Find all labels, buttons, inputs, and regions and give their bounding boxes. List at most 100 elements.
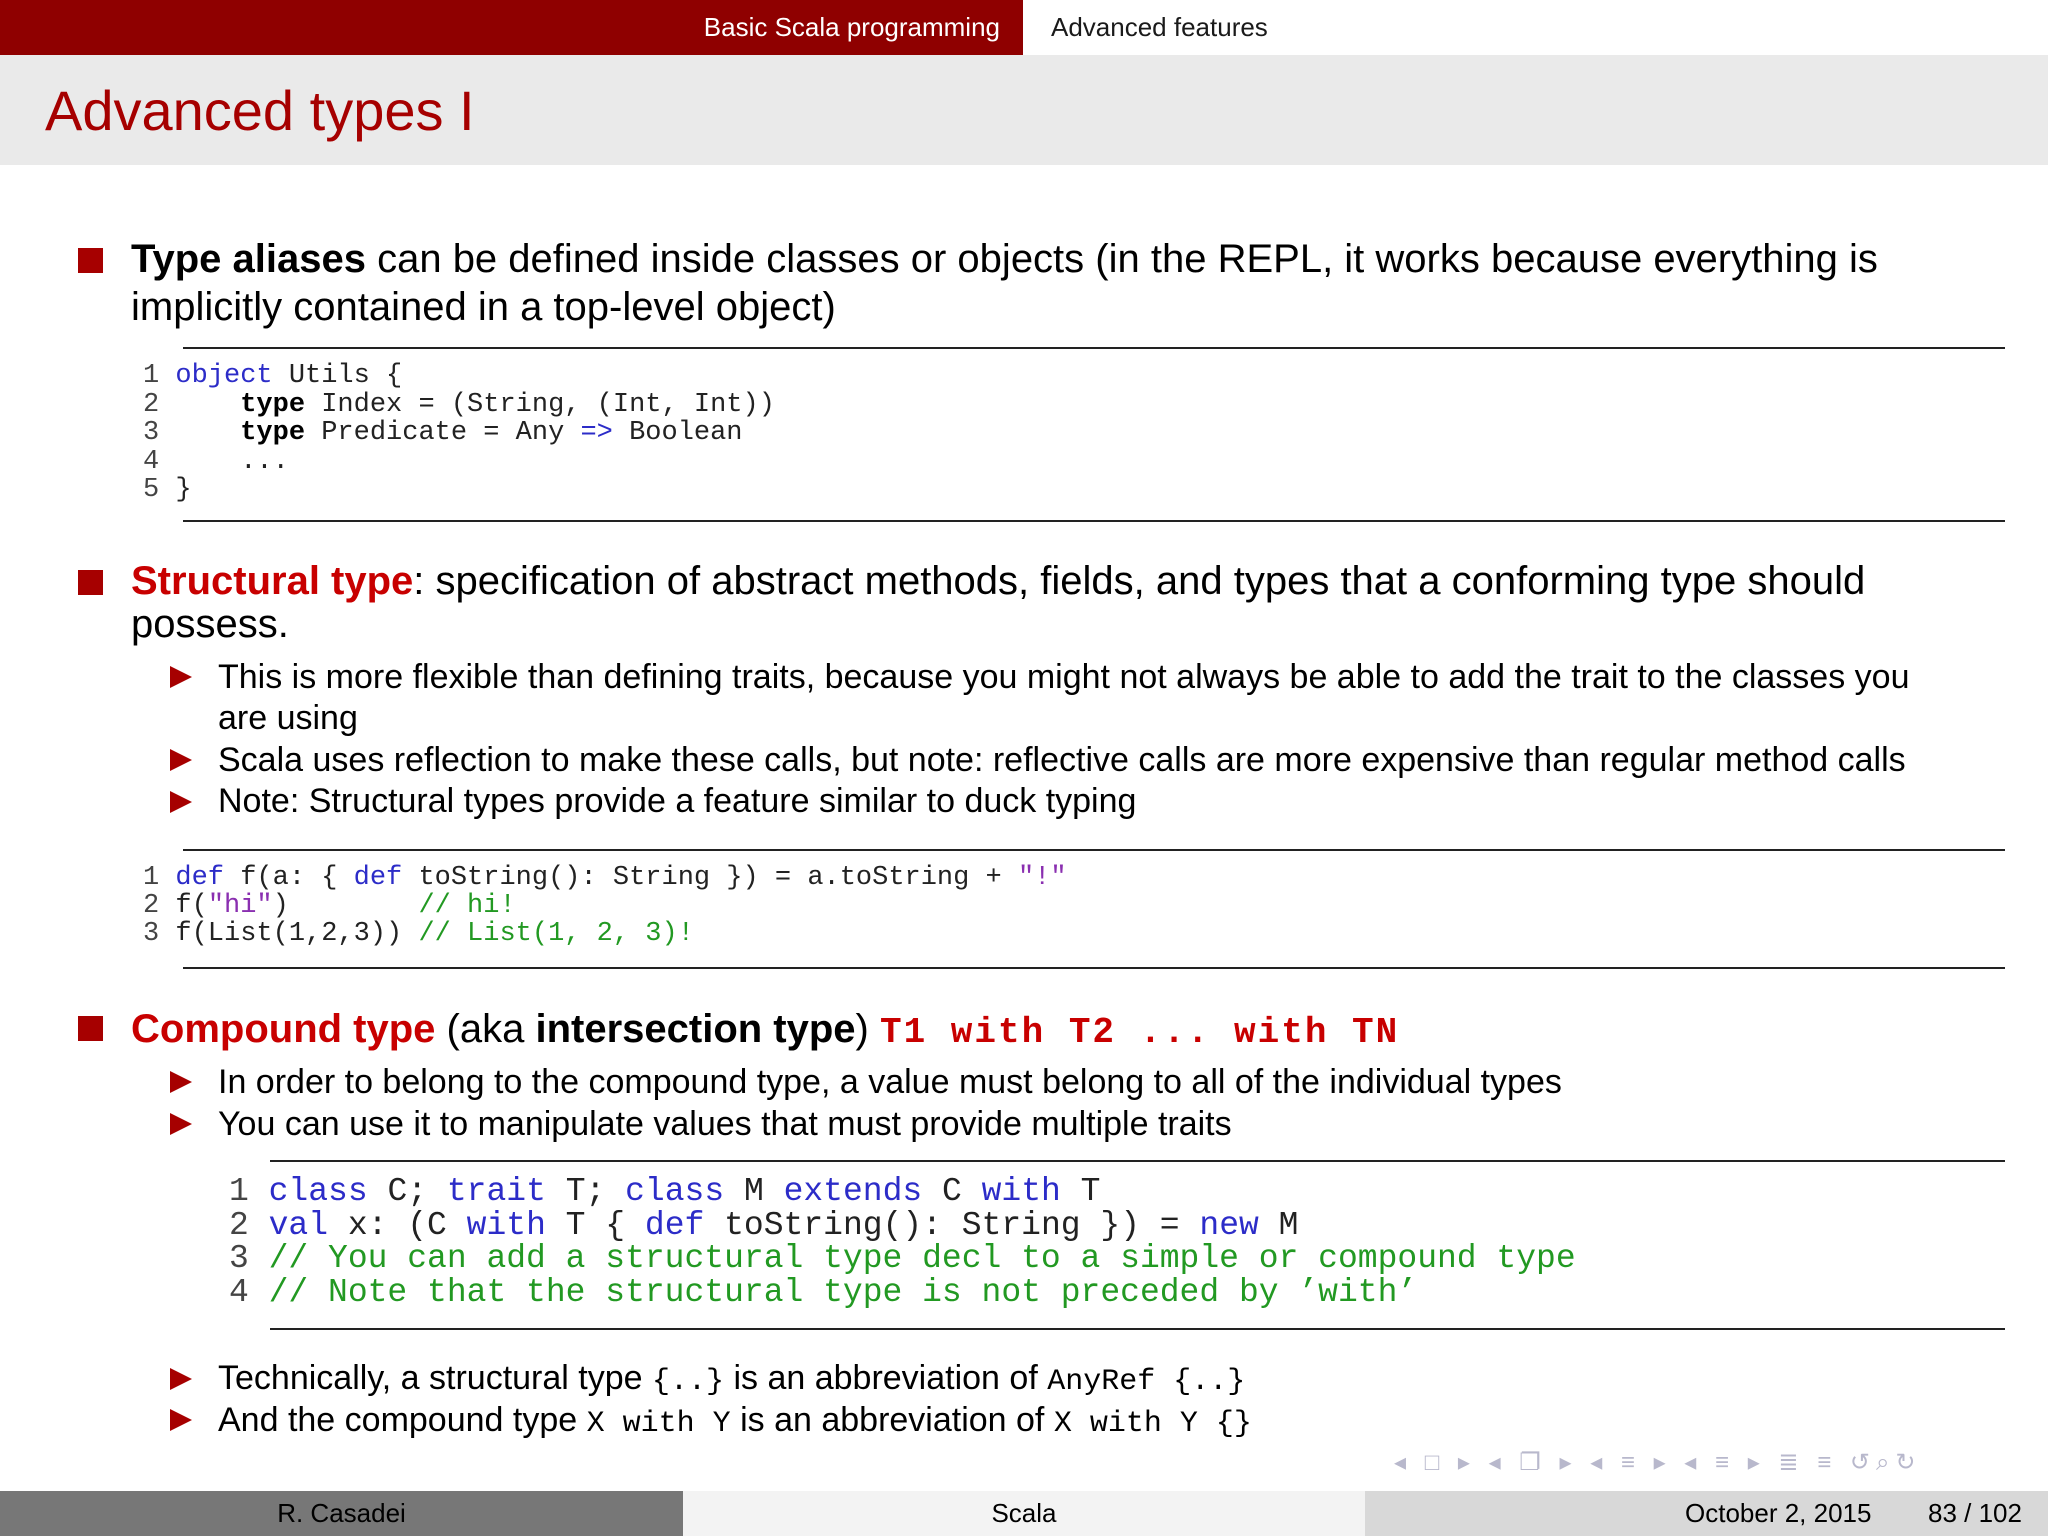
code-token: with: [466, 1206, 546, 1244]
tech2-text-b: is an abbreviation of: [730, 1401, 1054, 1439]
code-line: 3 type Predicate = Any => Boolean: [143, 419, 775, 448]
code-token: // List(1, 2, 3)!: [418, 919, 694, 949]
compound-aka-close: ): [855, 1007, 880, 1051]
code-rule-bottom: [183, 520, 2005, 522]
code-token: Utils {: [272, 361, 403, 391]
code-token: object: [175, 361, 273, 391]
nav-section-basic[interactable]: Basic Scala programming: [704, 0, 1000, 55]
line-number: 2: [229, 1206, 269, 1244]
code-line: 3 f(List(1,2,3)) // List(1, 2, 3)!: [143, 920, 1067, 948]
footer-author: R. Casadei: [277, 1498, 406, 1528]
structural-sub1-line2: are using: [218, 699, 358, 737]
triangle-bullet-icon: [170, 1071, 192, 1093]
code-token: x: (C: [328, 1206, 467, 1244]
triangle-bullet-icon: [170, 749, 192, 771]
type-aliases-term: Type aliases: [131, 237, 366, 281]
code-token: toString(): String }) =: [704, 1206, 1200, 1244]
structural-desc: : specification of abstract methods, fie…: [413, 559, 1866, 603]
structural-sub2: Scala uses reflection to make these call…: [218, 741, 1906, 779]
code-token: // Note that the structural type is not …: [268, 1273, 1418, 1311]
code-token: =>: [580, 418, 613, 448]
code-token: // You can add a structural type decl to…: [268, 1240, 1576, 1277]
code-block-structural: 1 def f(a: { def toString(): String }) =…: [143, 864, 1067, 948]
line-number: 3: [143, 919, 176, 949]
line-number: 4: [143, 446, 176, 477]
footer-title-panel: Scala: [683, 1491, 1365, 1536]
line-number: 3: [229, 1240, 269, 1277]
frame-title: Advanced types I: [45, 79, 475, 142]
code-block-type-aliases: 1 object Utils {2 type Index = (String, …: [143, 362, 775, 505]
code-token: def: [175, 863, 225, 893]
frame-title-bar: Advanced types I: [0, 55, 2048, 165]
triangle-bullet-icon: [170, 1409, 192, 1431]
compound-term: Compound type: [131, 1007, 436, 1051]
code-token: Predicate = Any: [305, 418, 581, 448]
code-token: ): [272, 891, 419, 921]
compound-sub1: In order to belong to the compound type,…: [218, 1063, 1562, 1101]
beamer-navigation-icons[interactable]: ◂ □ ▸ ◂ ❐ ▸ ◂ ≡ ▸ ◂ ≡ ▸ ≣ ≡ ↺⌕↻: [1394, 1448, 1922, 1482]
code-line: 4 // Note that the structural type is no…: [229, 1273, 1576, 1311]
footer-date: October 2, 2015: [1685, 1498, 1872, 1528]
line-number: 2: [143, 389, 176, 420]
code-token: type: [240, 389, 306, 420]
tech2-code-1: X with Y: [586, 1407, 731, 1441]
intersection-term: intersection type: [535, 1007, 856, 1051]
footer-date-panel: October 2, 2015 83 / 102: [1365, 1491, 2048, 1536]
code-token: C;: [367, 1173, 447, 1210]
triangle-bullet-icon: [170, 666, 192, 688]
tech1-code-2: AnyRef {..}: [1047, 1365, 1246, 1399]
code-token: T {: [545, 1206, 645, 1244]
triangle-bullet-icon: [170, 1368, 192, 1390]
technical-note-1: Technically, a structural type {..} is a…: [218, 1358, 1245, 1402]
code-token: T;: [545, 1173, 626, 1210]
code-token: ...: [175, 446, 289, 477]
code-token: "hi": [207, 891, 273, 921]
code-rule-bottom: [270, 1328, 2005, 1330]
bullet-square-icon: [78, 1016, 103, 1041]
structural-term: Structural type: [131, 559, 414, 603]
line-number: 3: [143, 418, 176, 448]
code-rule-top: [183, 347, 2005, 349]
code-line: 5 }: [143, 476, 775, 505]
compound-line1: Compound type (aka intersection type) T1…: [131, 1005, 1399, 1057]
code-token: Index = (String, (Int, Int)): [305, 389, 775, 420]
line-number: 5: [143, 475, 176, 505]
code-line: 1 def f(a: { def toString(): String }) =…: [143, 864, 1067, 892]
code-line: 2 type Index = (String, (Int, Int)): [143, 389, 775, 420]
top-navigation: Basic Scala programming Advanced feature…: [0, 0, 2048, 55]
code-line: 2 val x: (C with T { def toString(): Str…: [229, 1206, 1576, 1244]
type-aliases-line1: Type aliases can be defined inside class…: [131, 235, 1878, 283]
code-line: 2 f("hi") // hi!: [143, 892, 1067, 920]
code-token: M: [1258, 1206, 1299, 1244]
structural-line2: possess.: [131, 602, 289, 646]
compound-syntax: T1 with T2 ... with TN: [879, 1012, 1400, 1053]
code-block-compound: 1 class C; trait T; class M extends C wi…: [229, 1175, 1576, 1309]
code-token: def: [353, 863, 403, 893]
tech1-text-a: Technically, a structural type: [218, 1359, 652, 1397]
structural-sub3: Note: Structural types provide a feature…: [218, 782, 1137, 820]
code-token: "!": [1017, 863, 1067, 893]
code-token: class: [268, 1173, 368, 1210]
tech1-code-1: {..}: [652, 1365, 725, 1399]
code-token: class: [625, 1173, 725, 1210]
type-aliases-line2: implicitly contained in a top-level obje…: [131, 285, 836, 329]
code-token: extends: [783, 1173, 923, 1210]
code-line: 1 class C; trait T; class M extends C wi…: [229, 1175, 1576, 1209]
code-line: 4 ...: [143, 446, 775, 477]
footer: R. Casadei Scala October 2, 2015 83 / 10…: [0, 1491, 2048, 1536]
code-line: 1 object Utils {: [143, 362, 775, 391]
bullet-square-icon: [78, 570, 103, 595]
code-rule-bottom: [183, 967, 2005, 969]
tech1-text-b: is an abbreviation of: [724, 1359, 1048, 1397]
code-token: f(List(1,2,3)): [175, 919, 419, 949]
line-number: 1: [143, 863, 176, 893]
nav-section-advanced[interactable]: Advanced features: [1051, 0, 1268, 55]
code-token: // hi!: [418, 891, 516, 921]
code-token: type: [240, 418, 306, 448]
line-number: 2: [143, 891, 176, 921]
line-number: 4: [229, 1273, 269, 1311]
code-token: f(: [175, 891, 208, 921]
code-token: trait: [446, 1173, 546, 1210]
